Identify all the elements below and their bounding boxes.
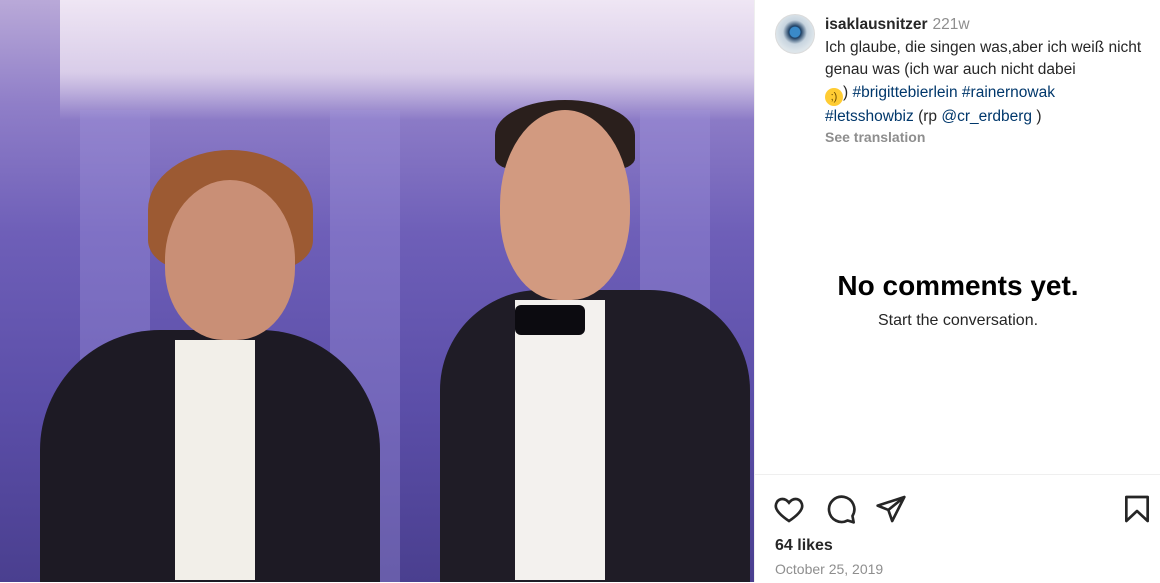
action-bar: 64 likes October 25, 2019 (755, 474, 1160, 583)
winking-emoji-icon: ;) (825, 87, 843, 106)
credit-suffix: ) (1036, 107, 1042, 125)
man-head (500, 110, 630, 300)
hashtag-link[interactable]: #brigittebierlein (852, 84, 957, 101)
empty-comments-title: No comments yet. (837, 270, 1079, 301)
post-photo[interactable] (0, 0, 754, 582)
woman-head (165, 180, 295, 340)
username-link[interactable]: isaklausnitzer (825, 16, 928, 33)
caption: isaklausnitzer 221w Ich glaube, die singe… (825, 14, 1155, 146)
share-icon[interactable] (875, 493, 907, 525)
bookmark-icon[interactable] (1121, 493, 1153, 525)
heart-icon[interactable] (773, 493, 805, 525)
see-translation-button[interactable]: See translation (825, 128, 1155, 146)
caption-text: Ich glaube, die singen was,aber ich weiß… (825, 38, 1142, 79)
man-shirt (515, 300, 605, 580)
empty-comments: No comments yet. Start the conversation. (755, 270, 1160, 330)
bowtie (515, 305, 585, 335)
mention-link[interactable]: @cr_erdberg (941, 108, 1032, 125)
likes-count[interactable]: 64 likes (775, 537, 833, 555)
hashtag-link[interactable]: #letsshowbiz (825, 108, 914, 125)
credit-prefix: (rp (918, 107, 938, 125)
hashtag-link[interactable]: #rainernowak (962, 84, 1055, 101)
photo-ceiling (60, 0, 754, 120)
avatar[interactable] (775, 14, 815, 54)
empty-comments-subtitle: Start the conversation. (877, 312, 1039, 329)
post-age[interactable]: 221w (933, 16, 970, 33)
post-date[interactable]: October 25, 2019 (775, 561, 883, 577)
woman-shirt (175, 340, 255, 580)
comment-icon[interactable] (825, 493, 857, 525)
post-sidebar: isaklausnitzer 221w Ich glaube, die singe… (754, 0, 1160, 582)
caption-paren: ) (843, 83, 849, 101)
